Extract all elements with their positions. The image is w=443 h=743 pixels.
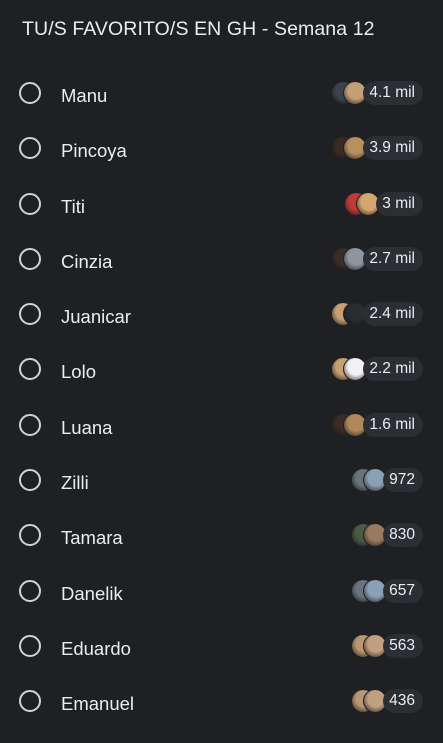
option-label: Tamara xyxy=(61,527,123,549)
radio-button[interactable] xyxy=(19,358,41,381)
poll-option[interactable]: Titi 3 mil xyxy=(0,180,443,235)
vote-summary[interactable]: 1.6 mil xyxy=(331,412,423,437)
vote-count: 657 xyxy=(383,578,423,603)
voter-avatars xyxy=(351,523,388,548)
voter-avatars xyxy=(351,689,388,714)
radio-button[interactable] xyxy=(19,690,41,713)
option-label: Pincoya xyxy=(61,140,127,162)
radio-button[interactable] xyxy=(19,413,41,436)
voter-avatars xyxy=(351,578,388,603)
poll-options: Manu 4.1 mil Pincoya 3.9 mil Titi 3 mil Cinzia… xyxy=(0,69,443,733)
vote-summary[interactable]: 3 mil xyxy=(344,191,423,216)
voter-avatars xyxy=(331,81,368,105)
option-label: Eduardo xyxy=(61,637,131,659)
option-label: Cinzia xyxy=(61,250,113,272)
poll-option[interactable]: Lolo 2.2 mil xyxy=(0,345,443,400)
voter-avatars xyxy=(344,191,381,216)
poll-option[interactable]: Juanicar 2.4 mil xyxy=(0,290,443,345)
option-label: Juanicar xyxy=(61,306,131,328)
vote-count: 1.6 mil xyxy=(363,412,423,437)
poll-card: TU/S FAVORITO/S EN GH - Semana 12 Manu 4.… xyxy=(0,0,443,743)
option-label: Titi xyxy=(61,195,85,217)
vote-count: 563 xyxy=(383,633,423,658)
vote-summary[interactable]: 2.7 mil xyxy=(331,246,423,271)
option-label: Lolo xyxy=(61,361,96,383)
vote-count: 436 xyxy=(383,689,423,714)
poll-option[interactable]: Eduardo 563 xyxy=(0,622,443,677)
vote-summary[interactable]: 972 xyxy=(351,468,423,493)
poll-option[interactable]: Pincoya 3.9 mil xyxy=(0,124,443,179)
option-label: Luana xyxy=(61,416,113,438)
voter-avatars xyxy=(351,633,388,658)
vote-summary[interactable]: 4.1 mil xyxy=(331,81,423,105)
radio-button[interactable] xyxy=(19,82,41,104)
vote-summary[interactable]: 2.2 mil xyxy=(331,357,423,382)
vote-summary[interactable]: 436 xyxy=(351,689,423,714)
poll-title: TU/S FAVORITO/S EN GH - Semana 12 xyxy=(22,18,375,40)
vote-count: 3 mil xyxy=(376,191,423,216)
vote-count: 2.4 mil xyxy=(363,302,423,327)
option-label: Emanuel xyxy=(61,693,135,715)
poll-option[interactable]: Cinzia 2.7 mil xyxy=(0,235,443,290)
voter-avatars xyxy=(331,357,368,382)
option-label: Manu xyxy=(61,85,108,106)
poll-option[interactable]: Manu 4.1 mil xyxy=(0,69,443,124)
option-label: Zilli xyxy=(61,472,89,494)
radio-button[interactable] xyxy=(19,137,41,160)
radio-button[interactable] xyxy=(19,634,41,657)
poll-option[interactable]: Emanuel 436 xyxy=(0,677,443,732)
vote-summary[interactable]: 563 xyxy=(351,633,423,658)
radio-button[interactable] xyxy=(19,524,41,547)
vote-summary[interactable]: 2.4 mil xyxy=(331,302,423,327)
vote-summary[interactable]: 830 xyxy=(351,523,423,548)
voter-avatars xyxy=(331,136,368,161)
vote-count: 830 xyxy=(383,523,423,548)
vote-count: 972 xyxy=(383,468,423,493)
vote-count: 2.7 mil xyxy=(363,246,423,271)
radio-button[interactable] xyxy=(19,579,41,602)
vote-summary[interactable]: 657 xyxy=(351,578,423,603)
poll-option[interactable]: Zilli 972 xyxy=(0,456,443,511)
vote-count: 2.2 mil xyxy=(363,357,423,382)
option-label: Danelik xyxy=(61,582,123,604)
voter-avatars xyxy=(331,412,368,437)
vote-summary[interactable]: 3.9 mil xyxy=(331,136,423,161)
voter-avatars xyxy=(331,246,368,271)
radio-button[interactable] xyxy=(19,247,41,270)
poll-option[interactable]: Luana 1.6 mil xyxy=(0,401,443,456)
vote-count: 3.9 mil xyxy=(363,136,423,161)
voter-avatars xyxy=(331,302,368,327)
radio-button[interactable] xyxy=(19,469,41,492)
poll-option[interactable]: Tamara 830 xyxy=(0,511,443,566)
voter-avatars xyxy=(351,468,388,493)
radio-button[interactable] xyxy=(19,303,41,326)
radio-button[interactable] xyxy=(19,192,41,215)
vote-count: 4.1 mil xyxy=(363,81,423,105)
poll-option[interactable]: Danelik 657 xyxy=(0,567,443,622)
